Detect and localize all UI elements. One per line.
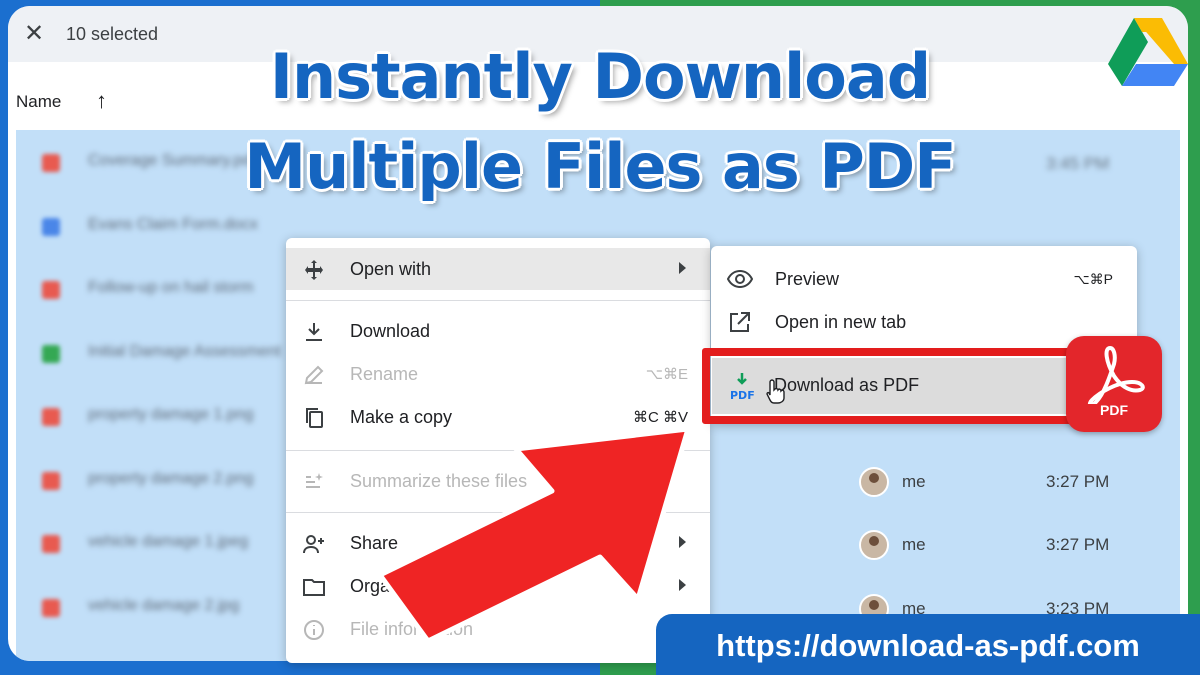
menu-item-label: Open with xyxy=(350,259,432,279)
sort-ascending-icon[interactable]: ↑ xyxy=(96,88,107,114)
file-name: vehicle damage 1.jpeg xyxy=(88,533,249,550)
submenu-item-label: Open in new tab xyxy=(775,312,907,332)
file-name: property damage 2.png xyxy=(88,469,254,487)
pencil-icon xyxy=(304,365,324,385)
sparkle-list-icon xyxy=(306,473,323,488)
eye-icon xyxy=(727,269,753,289)
download-as-pdf-highlight-frame xyxy=(702,348,1100,424)
url-banner: https://download-as-pdf.com xyxy=(656,614,1200,675)
submenu-item-label: Preview xyxy=(775,269,840,289)
menu-item-label: Download xyxy=(350,321,431,341)
adobe-acrobat-badge: PDF xyxy=(1066,336,1162,432)
acrobat-pdf-label: PDF xyxy=(1100,402,1128,418)
menu-item-open-with[interactable]: Open with xyxy=(286,248,710,290)
file-owner: me xyxy=(902,535,926,554)
add-person-icon xyxy=(303,535,324,554)
menu-item-rename: Rename ⌥⌘E xyxy=(286,353,710,395)
submenu-item-open-new-tab[interactable]: Open in new tab xyxy=(711,301,1137,343)
file-name: Initial Damage Assessment xyxy=(88,342,281,360)
file-modified-time: 3:27 PM xyxy=(1046,471,1110,491)
file-modified-time: 3:27 PM xyxy=(1046,535,1110,554)
avatar xyxy=(859,530,889,560)
file-name: vehicle damage 2.jpg xyxy=(88,596,240,614)
menu-item-label: Rename xyxy=(350,364,419,384)
headline-line-2: Multiple Files as PDF xyxy=(244,130,956,203)
file-type-icon xyxy=(42,471,60,490)
folder-icon xyxy=(303,579,325,596)
file-type-icon xyxy=(42,154,60,172)
close-icon[interactable]: ✕ xyxy=(24,22,44,46)
url-text[interactable]: https://download-as-pdf.com xyxy=(656,628,1200,664)
chevron-right-icon xyxy=(679,262,686,274)
file-name: Evans Claim Form.docx xyxy=(88,215,258,233)
file-owner: me xyxy=(902,471,926,491)
menu-item-download[interactable]: Download xyxy=(286,310,710,352)
file-type-icon xyxy=(42,281,60,299)
google-drive-logo xyxy=(1108,18,1188,86)
file-name: Follow-up on hail storm xyxy=(88,279,254,296)
file-type-icon xyxy=(42,598,60,617)
column-header-name[interactable]: Name xyxy=(16,92,61,112)
acrobat-logo-icon xyxy=(1087,346,1145,404)
file-type-icon xyxy=(42,408,60,426)
avatar xyxy=(859,466,889,497)
download-icon xyxy=(306,323,322,341)
file-type-icon xyxy=(42,217,60,236)
submenu-item-preview[interactable]: Preview ⌥⌘P xyxy=(711,258,1137,300)
info-icon xyxy=(304,620,324,640)
menu-divider xyxy=(286,300,710,301)
file-type-icon xyxy=(42,344,60,363)
big-red-arrow-icon xyxy=(377,426,691,644)
file-modified-time: 3:45 PM xyxy=(1046,154,1110,173)
file-name: property damage 1.png xyxy=(88,406,254,423)
submenu-item-shortcut: ⌥⌘P xyxy=(1073,271,1113,287)
headline-line-1: Instantly Download xyxy=(269,40,931,113)
copy-icon xyxy=(306,408,323,428)
external-link-icon xyxy=(730,312,750,332)
selection-count: 10 selected xyxy=(66,24,159,44)
move-icon xyxy=(305,260,323,280)
menu-item-shortcut: ⌥⌘E xyxy=(645,366,688,383)
file-type-icon xyxy=(42,535,60,553)
